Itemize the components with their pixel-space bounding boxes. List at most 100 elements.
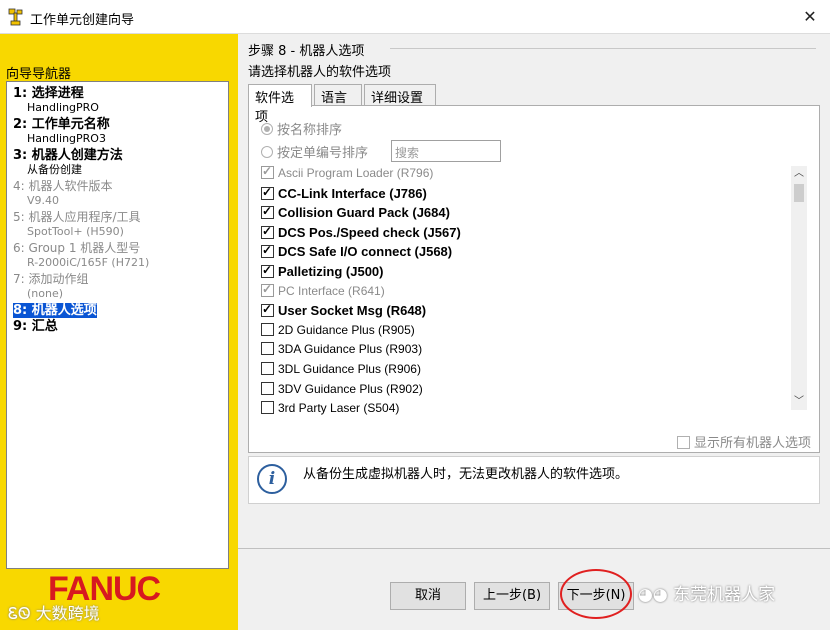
- checkbox-icon: [261, 302, 274, 318]
- software-option-label: Collision Guard Pack (J684): [278, 205, 450, 221]
- software-option-item[interactable]: CC-Link Interface (J786): [261, 185, 427, 205]
- options-list: 3rd Party Laser (S504) 3DV Guidance Plus …: [261, 164, 807, 415]
- nav-item-value: 从备份创建: [27, 163, 82, 176]
- checkbox-icon: [261, 362, 274, 375]
- window-title: 工作单元创建向导: [30, 13, 135, 28]
- watermark-right-text: 东莞机器人家: [673, 585, 776, 605]
- show-all-options-checkbox[interactable]: 显示所有机器人选项: [676, 432, 811, 451]
- checkbox-icon: [261, 224, 274, 239]
- navigator-list: 1: 选择进程 HandlingPRO 2: 工作单元名称 HandlingPR…: [6, 81, 229, 569]
- nav-item-label: 1: 选择进程: [13, 86, 84, 101]
- radio-label: 按名称排序: [277, 123, 343, 138]
- nav-item-label: 2: 工作单元名称: [13, 117, 110, 132]
- software-option-item[interactable]: Palletizing (J500): [261, 263, 384, 283]
- software-option-item[interactable]: Ascii Program Loader (R796): [261, 164, 434, 185]
- nav-item-summary[interactable]: 9: 汇总: [13, 319, 58, 334]
- checkbox-icon: [261, 322, 274, 336]
- checkbox-icon: [261, 164, 274, 179]
- software-option-item[interactable]: DCS Safe I/O connect (J568): [261, 243, 453, 263]
- software-option-label: Palletizing (J500): [278, 264, 384, 279]
- button-divider: [238, 548, 830, 549]
- nav-item-robot-options[interactable]: 8: 机器人选项: [13, 303, 97, 318]
- wizard-navigator-panel: 向导导航器 1: 选择进程 HandlingPRO 2: 工作单元名称 Hand…: [0, 34, 238, 630]
- info-text: 从备份生成虚拟机器人时，无法更改机器人的软件选项。: [303, 467, 629, 482]
- software-option-item[interactable]: DCS Pos./Speed check (J567): [261, 224, 461, 244]
- scroll-thumb[interactable]: [794, 184, 804, 202]
- nav-item-value: HandlingPRO: [27, 101, 99, 114]
- nav-item-label: 5: 机器人应用程序/工具: [13, 210, 141, 224]
- software-option-item[interactable]: 3rd Party Laser (S504): [261, 401, 399, 420]
- checkbox-icon: [261, 381, 274, 395]
- software-option-label: DCS Safe I/O connect (J568): [278, 244, 453, 260]
- next-button-highlight-circle: [560, 569, 632, 619]
- software-option-label: 2D Guidance Plus (R905): [278, 322, 415, 337]
- software-options-panel: 按名称排序 按定单编号排序 搜索 3rd Party Laser (S504) 3…: [248, 105, 820, 453]
- nav-item-label: 6: Group 1 机器人型号: [13, 241, 141, 255]
- title-bar: 工作单元创建向导 ✕: [0, 0, 830, 34]
- nav-item-value: R-2000iC/165F (H721): [27, 256, 150, 269]
- tab-software-options[interactable]: 软件选项: [248, 84, 312, 125]
- checkbox-icon: [676, 436, 690, 449]
- nav-item-value: SpotTool+ (H590): [27, 225, 124, 238]
- checkbox-icon: [261, 263, 274, 278]
- nav-item-label: 7: 添加动作组: [13, 272, 89, 286]
- nav-item-select-process[interactable]: 1: 选择进程 HandlingPRO: [13, 86, 99, 115]
- checkbox-icon: [261, 243, 274, 259]
- radio-sort-by-order[interactable]: 按定单编号排序: [261, 142, 368, 161]
- checkbox-icon: [261, 185, 274, 200]
- robot-app-icon: [8, 8, 23, 26]
- software-option-label: User Socket Msg (R648): [278, 303, 427, 319]
- step-description: 请选择机器人的软件选项: [248, 65, 392, 80]
- nav-item-workcell-name[interactable]: 2: 工作单元名称 HandlingPRO3: [13, 117, 110, 146]
- radio-button-icon: [261, 146, 273, 158]
- radio-label: 按定单编号排序: [277, 146, 369, 161]
- radio-sort-by-name[interactable]: 按名称排序: [261, 119, 342, 138]
- software-option-label: CC-Link Interface (J786): [278, 185, 427, 201]
- scroll-up-icon[interactable]: ︿: [791, 166, 807, 182]
- cancel-button[interactable]: 取消: [390, 582, 466, 610]
- watermark-left-text: 大数跨境: [35, 604, 100, 623]
- info-message-box: i 从备份生成虚拟机器人时，无法更改机器人的软件选项。: [248, 456, 820, 504]
- software-option-label: Ascii Program Loader (R796): [278, 166, 434, 180]
- software-option-label: 3DL Guidance Plus (R906): [278, 362, 421, 376]
- software-option-item[interactable]: 3DV Guidance Plus (R902): [261, 381, 423, 401]
- checkbox-icon: [261, 204, 274, 220]
- nav-item-value: V9.40: [27, 194, 60, 207]
- search-input[interactable]: 搜索: [391, 140, 501, 162]
- info-icon: i: [257, 464, 287, 494]
- nav-item-label: 3: 机器人创建方法: [13, 148, 123, 163]
- scroll-down-icon[interactable]: ﹀: [791, 394, 807, 410]
- checkbox-icon: [261, 401, 274, 415]
- software-option-item[interactable]: PC Interface (R641): [261, 282, 385, 303]
- software-option-label: 3rd Party Laser (S504): [278, 401, 400, 416]
- nav-item-robot-model: 6: Group 1 机器人型号 R-2000iC/165F (H721): [13, 241, 149, 270]
- watermark-right: ◕◕ 东莞机器人家: [638, 580, 775, 605]
- watermark-left: ᏋᏫ 大数跨境: [8, 600, 100, 624]
- close-button[interactable]: ✕: [790, 0, 830, 34]
- watermark-icon: ᏋᏫ: [8, 604, 31, 623]
- nav-item-software-version: 4: 机器人软件版本 V9.40: [13, 179, 113, 208]
- checkbox-icon: [261, 342, 274, 356]
- back-button[interactable]: 上一步(B): [474, 582, 550, 610]
- tab-language[interactable]: 语言: [314, 84, 362, 106]
- navigator-title: 向导导航器: [6, 67, 72, 82]
- software-option-label: PC Interface (R641): [278, 283, 385, 298]
- nav-item-label-selected: 8: 机器人选项: [13, 303, 97, 318]
- wechat-icon: ◕◕: [638, 585, 668, 605]
- checkbox-icon: [261, 282, 274, 297]
- nav-item-application-tool: 5: 机器人应用程序/工具 SpotTool+ (H590): [13, 210, 141, 239]
- software-option-label: 3DA Guidance Plus (R903): [278, 342, 423, 357]
- options-scrollbar[interactable]: ︿ ﹀: [791, 166, 807, 410]
- software-option-label: 3DV Guidance Plus (R902): [278, 381, 423, 396]
- nav-item-robot-creation-method[interactable]: 3: 机器人创建方法 从备份创建: [13, 148, 123, 177]
- software-option-item[interactable]: 3DA Guidance Plus (R903): [261, 342, 422, 361]
- nav-item-value: HandlingPRO3: [27, 132, 106, 145]
- software-option-item[interactable]: 2D Guidance Plus (R905): [261, 322, 415, 342]
- software-option-item[interactable]: 3DL Guidance Plus (R906): [261, 362, 421, 381]
- nav-item-label: 9: 汇总: [13, 319, 58, 334]
- nav-item-motion-groups: 7: 添加动作组 (none): [13, 272, 89, 301]
- software-option-item[interactable]: User Socket Msg (R648): [261, 302, 427, 322]
- step-title: 步骤 8 - 机器人选项: [248, 44, 365, 59]
- tab-detail-settings[interactable]: 详细设置: [364, 84, 436, 106]
- software-option-item[interactable]: Collision Guard Pack (J684): [261, 204, 450, 224]
